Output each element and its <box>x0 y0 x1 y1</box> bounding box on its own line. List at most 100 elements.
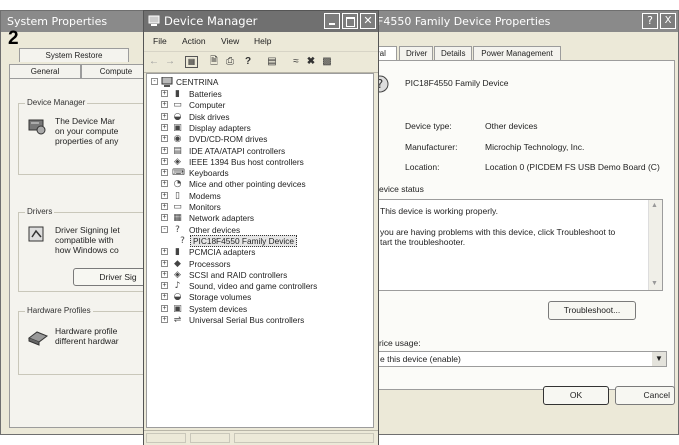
expand-icon[interactable]: + <box>161 169 168 177</box>
modem-icon: ▯ <box>175 190 180 201</box>
tab-power-management[interactable]: Power Management <box>473 46 561 60</box>
driver-signing-icon <box>28 226 44 242</box>
tree-item-label: IEEE 1394 Bus host controllers <box>189 156 304 167</box>
location-value: Location 0 (PICDEM FS USB Demo Board (C) <box>485 162 660 172</box>
location-label: Location: <box>405 162 440 172</box>
expand-icon[interactable]: + <box>161 214 168 222</box>
tree-item-label: Batteries <box>189 89 222 99</box>
device-manager-desc-3: properties of any <box>55 136 119 146</box>
ok-button[interactable]: OK <box>543 386 609 405</box>
ieee1394-icon: ◈ <box>174 156 181 167</box>
expand-icon[interactable]: + <box>161 203 168 210</box>
help-button[interactable]: ? <box>642 13 658 29</box>
toolbar: ← → ▦ 🗎 ⎙ ? ▤ ≈ ✖ ▩ <box>144 51 378 73</box>
minimize-button[interactable] <box>324 13 340 29</box>
tree-item-label: Sound, video and game controllers <box>189 281 318 292</box>
system-properties-window: System Properties System Restore General… <box>0 10 168 435</box>
expand-icon[interactable]: + <box>161 248 168 256</box>
tree-item-label: PIC18F4550 Family Device <box>190 234 297 247</box>
expand-icon[interactable]: + <box>161 135 168 143</box>
tree-item-label: Network adapters <box>189 213 255 224</box>
manufacturer-label: Manufacturer: <box>405 142 458 152</box>
expand-icon[interactable]: + <box>161 90 168 97</box>
menu-file[interactable]: File <box>153 36 167 46</box>
device-type-value: Other devices <box>485 121 538 131</box>
tab-system-restore[interactable]: System Restore <box>19 48 129 62</box>
tab-driver[interactable]: Driver <box>399 46 433 60</box>
tab-general[interactable]: General <box>9 64 81 78</box>
network-adapter-icon: ▦ <box>173 213 182 224</box>
expand-icon[interactable]: + <box>161 157 168 165</box>
menu-help[interactable]: Help <box>254 36 271 46</box>
help-icon[interactable]: ? <box>241 55 255 68</box>
menu-view[interactable]: View <box>221 36 239 46</box>
chevron-down-icon[interactable]: ▼ <box>652 352 666 366</box>
back-icon[interactable]: ← <box>147 55 161 68</box>
device-usage-select[interactable]: e this device (enable) ▼ <box>377 351 667 367</box>
close-button[interactable]: ✕ <box>360 13 376 29</box>
expand-icon[interactable]: + <box>161 304 168 312</box>
drivers-desc-3: how Windows co <box>55 245 119 255</box>
tree-item-label: Storage volumes <box>189 292 252 303</box>
tree-item-label: Mice and other pointing devices <box>189 179 306 190</box>
disk-drive-icon: ◒ <box>173 111 182 122</box>
forward-icon[interactable]: → <box>163 55 177 68</box>
scroll-down-icon[interactable]: ▼ <box>651 280 659 288</box>
menu-action[interactable]: Action <box>182 36 206 46</box>
tab-computer-name[interactable]: Compute <box>81 64 151 78</box>
manufacturer-value: Microchip Technology, Inc. <box>485 142 585 152</box>
tree-item-label: Keyboards <box>189 168 229 179</box>
tree-item-label: System devices <box>189 303 248 314</box>
expand-icon[interactable]: + <box>161 146 168 154</box>
status-line-3: you are having problems with this device… <box>380 227 616 237</box>
collapse-icon[interactable]: - <box>151 78 158 85</box>
system-properties-titlebar[interactable]: System Properties <box>1 11 159 32</box>
device-manager-titlebar[interactable]: Device Manager ✕ <box>144 11 378 32</box>
expand-icon[interactable]: + <box>161 112 168 120</box>
cancel-button[interactable]: Cancel <box>615 386 675 405</box>
display-adapter-icon: ▣ <box>173 122 182 133</box>
expand-icon[interactable]: + <box>161 123 168 131</box>
scan-hardware-icon[interactable]: ▤ <box>265 55 279 68</box>
disable-icon[interactable]: ▩ <box>320 55 334 68</box>
expand-icon[interactable]: + <box>161 282 168 290</box>
tree-item-label: DVD/CD-ROM drives <box>189 134 268 145</box>
drivers-group-label: Drivers <box>25 207 55 216</box>
device-usage-label: rice usage: <box>379 338 421 348</box>
device-manager-window: Device Manager ✕ File Action View Help ←… <box>143 10 379 445</box>
device-status-label: evice status <box>379 184 424 194</box>
expand-icon[interactable]: + <box>161 270 168 278</box>
system-device-icon: ▣ <box>173 303 182 314</box>
expand-icon[interactable]: + <box>161 316 168 323</box>
tree-item-label: Universal Serial Bus controllers <box>189 315 305 325</box>
collapse-icon[interactable]: - <box>161 225 168 233</box>
menu-bar: File Action View Help <box>144 33 378 49</box>
device-manager-desc-1: The Device Mar <box>55 116 115 126</box>
device-name: PIC18F4550 Family Device <box>405 78 509 88</box>
console-tree-icon[interactable]: ▦ <box>185 56 198 68</box>
drivers-desc-2: compatible with <box>55 235 114 245</box>
monitor-icon: ▭ <box>173 202 182 212</box>
troubleshoot-button[interactable]: Troubleshoot... <box>548 301 636 320</box>
device-manager-title: Device Manager <box>164 14 258 28</box>
expand-icon[interactable]: + <box>161 293 168 301</box>
maximize-button[interactable] <box>342 13 358 29</box>
uninstall-icon[interactable]: ✖ <box>304 55 318 68</box>
properties-icon[interactable]: 🗎 <box>207 55 221 68</box>
scroll-up-icon[interactable]: ▲ <box>651 202 659 210</box>
expand-icon[interactable]: + <box>161 259 168 267</box>
expand-icon[interactable]: + <box>161 101 168 109</box>
scsi-icon: ◈ <box>174 269 181 280</box>
tab-details[interactable]: Details <box>434 46 472 60</box>
update-driver-icon[interactable]: ≈ <box>289 55 303 68</box>
status-scrollbar[interactable]: ▲ ▼ <box>648 200 662 290</box>
device-status-box: This device is working properly. you are… <box>377 199 663 291</box>
print-icon[interactable]: ⎙ <box>223 55 237 68</box>
status-line-4: tart the troubleshooter. <box>380 237 466 247</box>
storage-icon: ◒ <box>173 292 182 303</box>
device-usage-value: e this device (enable) <box>380 354 461 364</box>
expand-icon[interactable]: + <box>161 191 168 199</box>
expand-icon[interactable]: + <box>161 180 168 188</box>
close-button[interactable]: X <box>660 13 676 29</box>
device-properties-titlebar[interactable]: F4550 Family Device Properties ? X <box>373 11 678 32</box>
